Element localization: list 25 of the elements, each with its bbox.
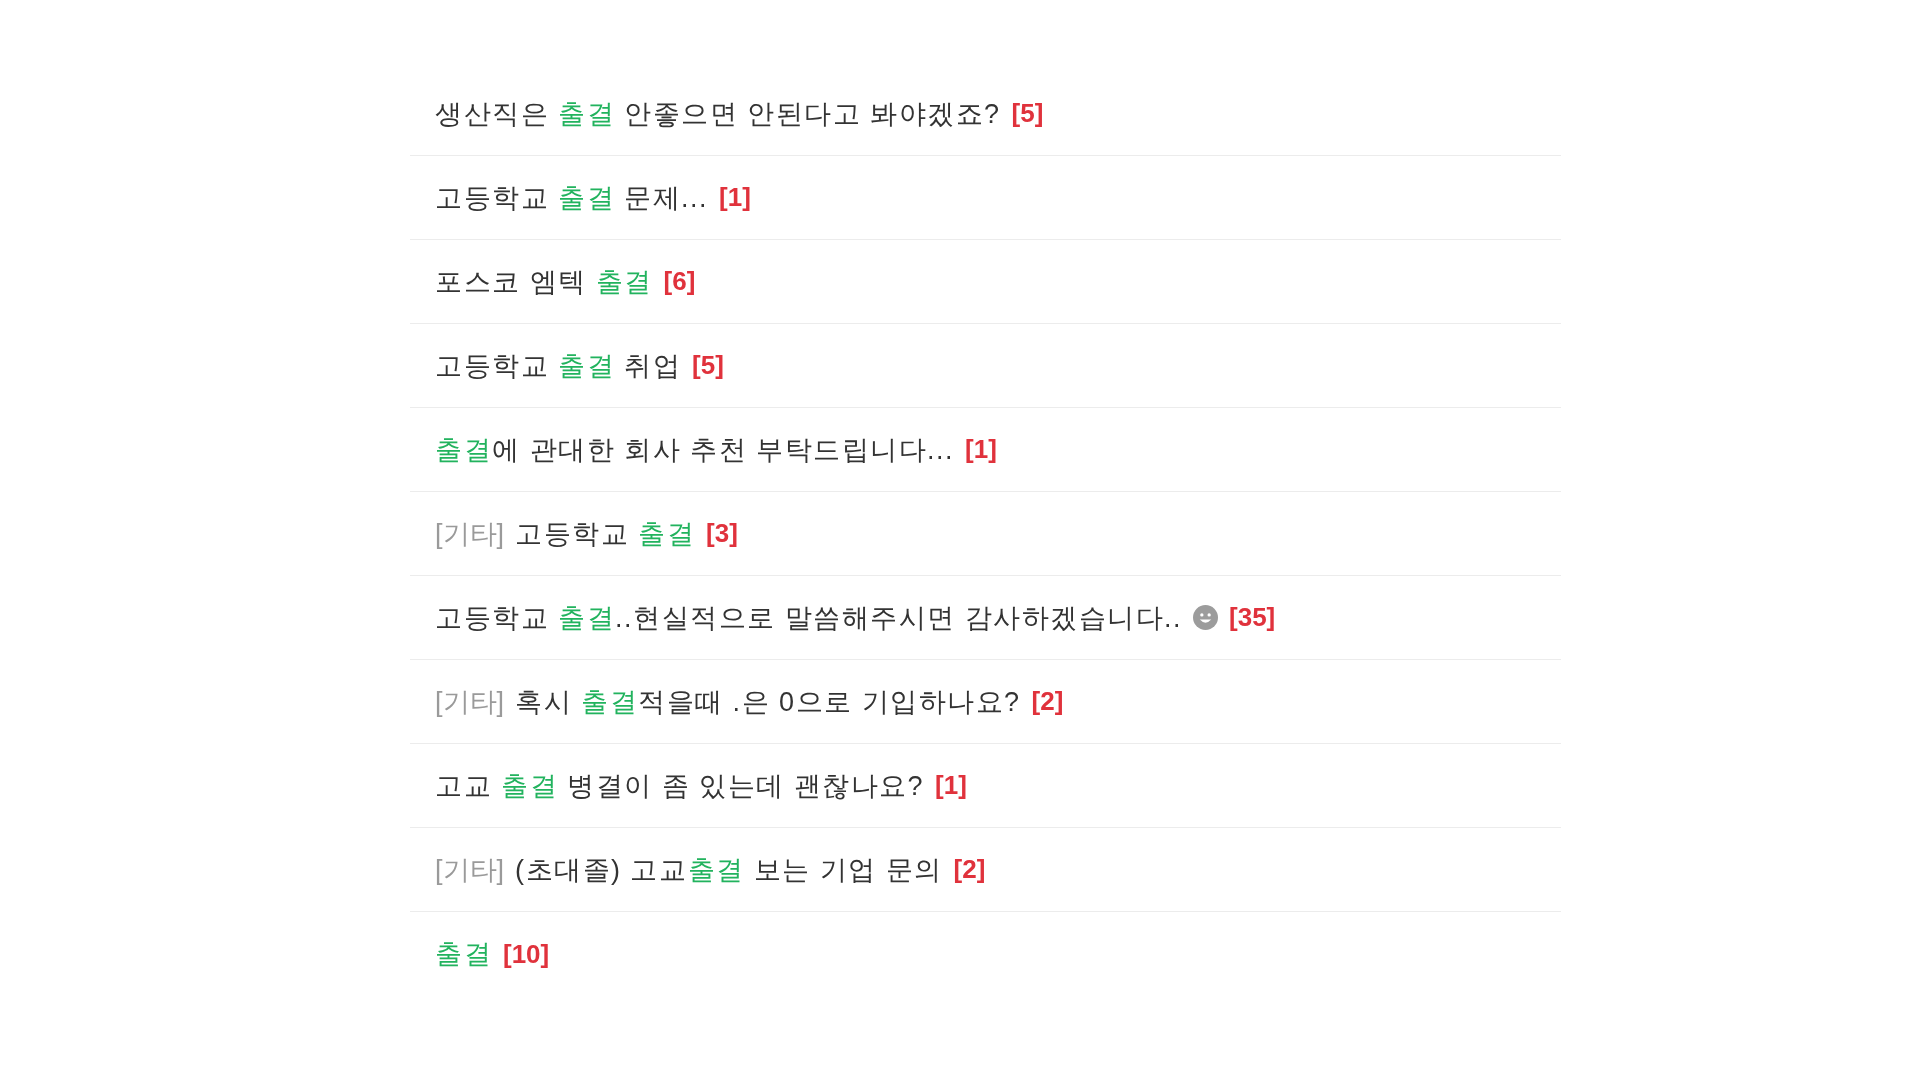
category-label: [기타]: [435, 853, 504, 887]
post-title-link[interactable]: 고등학교 출결 문제...: [435, 179, 709, 216]
comment-count-link[interactable]: [1]: [719, 182, 751, 213]
post-title-link[interactable]: 고등학교 출결..현실적으로 말씀해주시면 감사하겠습니다..: [435, 599, 1183, 636]
comment-count-link[interactable]: [3]: [706, 518, 738, 549]
category-label: [기타]: [435, 685, 504, 719]
comment-count-link[interactable]: [1]: [935, 770, 967, 801]
comment-count-link[interactable]: [1]: [965, 434, 997, 465]
post-title-link[interactable]: 출결: [435, 936, 492, 972]
post-title-link[interactable]: 생산직은 출결 안좋으면 안된다고 봐야겠죠?: [435, 95, 1001, 132]
post-title-link[interactable]: 혹시 출결 적을때 .은 0으로 기입하나요?: [515, 683, 1021, 720]
comment-count-link[interactable]: [6]: [663, 266, 696, 297]
post-title-link[interactable]: (초대졸) 고교 출결 보는 기업 문의: [515, 851, 943, 888]
post-title-link[interactable]: 포스코 엠텍 출결: [435, 263, 653, 300]
comment-count-link[interactable]: [35]: [1229, 602, 1276, 633]
comment-count-link[interactable]: [10]: [503, 938, 550, 970]
post-title-link[interactable]: 고등학교 출결 취업: [435, 347, 682, 384]
post-title-link[interactable]: 출결에 관대한 회사 추천 부탁드립니다...: [435, 431, 954, 468]
comment-count-link[interactable]: [2]: [1031, 686, 1064, 717]
comment-count-link[interactable]: [2]: [953, 854, 986, 885]
post-title-link[interactable]: 고교 출결 병결이 좀 있는데 괜찮나요?: [435, 767, 925, 804]
comment-count-link[interactable]: [5]: [1011, 98, 1044, 129]
category-label: [기타]: [435, 517, 504, 551]
comment-count-link[interactable]: [5]: [692, 350, 724, 381]
post-title-link[interactable]: 고등학교 출결: [515, 515, 696, 552]
